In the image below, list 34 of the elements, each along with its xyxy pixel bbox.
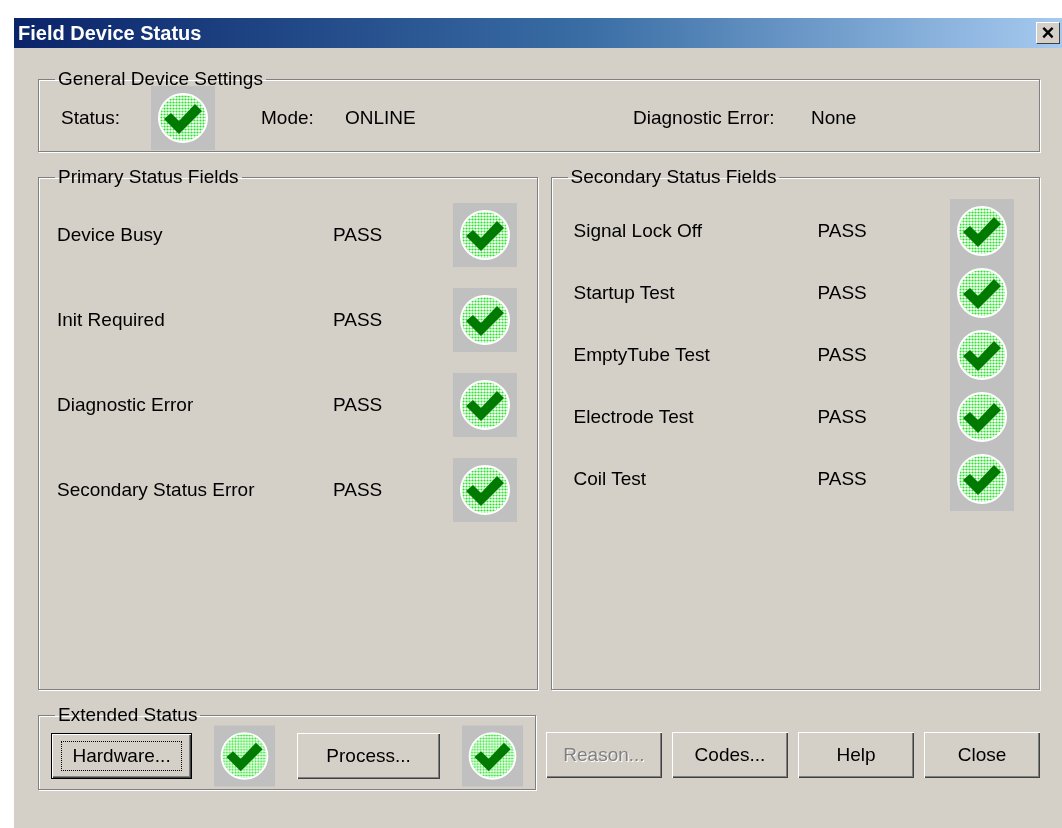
group-title: Extended Status [57,704,199,726]
dialog-button[interactable]: Help [798,732,914,778]
field-name: EmptyTube Test [572,344,711,366]
field-name: Secondary Status Error [56,478,256,501]
field-result: PASS [333,478,384,501]
extended-status-button[interactable]: Hardware... [51,733,193,779]
field-result: PASS [333,308,384,331]
diagnostic-error-value: None [811,107,857,129]
field-result: PASS [817,282,868,304]
field-name: Electrode Test [572,406,695,428]
field-result: PASS [333,223,384,246]
field-name: Coil Test [572,468,647,490]
close-button[interactable]: × [1036,22,1060,44]
field-result: PASS [817,220,868,242]
field-result: PASS [817,468,868,490]
extended-status-button[interactable]: Process... [297,733,440,779]
mode-value: ONLINE [345,107,417,129]
field-name: Signal Lock Off [572,220,703,242]
field-name: Diagnostic Error [56,393,195,416]
field-result: PASS [333,393,384,416]
dialog-button[interactable]: Close [924,732,1040,778]
dialog-button[interactable]: Codes... [672,732,788,778]
status-label: Status: [60,107,122,129]
group-title: General Device Settings [57,68,264,90]
field-name: Startup Test [572,282,676,304]
field-name: Init Required [56,308,166,331]
field-result: PASS [817,344,868,366]
group-title: Secondary Status Fields [569,166,778,188]
window-title: Field Device Status [18,21,202,45]
field-name: Device Busy [56,223,164,246]
mode-label: Mode: [261,107,315,129]
diagnostic-error-label: Diagnostic Error: [633,107,776,129]
field-result: PASS [817,406,868,428]
group-title: Primary Status Fields [57,166,240,188]
